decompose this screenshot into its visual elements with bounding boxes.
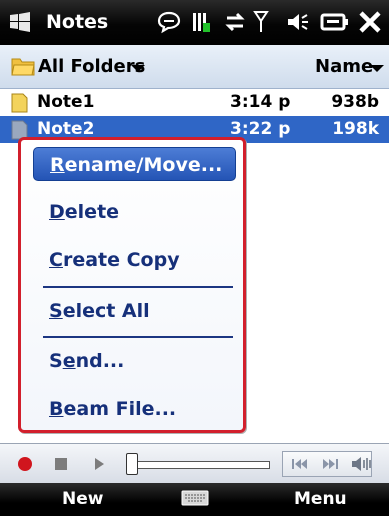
close-icon[interactable] xyxy=(357,9,383,35)
chat-icon[interactable] xyxy=(157,9,181,35)
chevron-down-icon[interactable] xyxy=(131,65,145,72)
speaker-icon[interactable] xyxy=(285,9,311,35)
note-icon xyxy=(11,93,28,113)
menu-separator xyxy=(43,286,233,288)
sync-icon[interactable] xyxy=(223,9,247,35)
rewind-icon[interactable] xyxy=(288,451,312,477)
play-icon[interactable] xyxy=(86,451,112,477)
context-menu: Rename/Move... Delete Create Copy Select… xyxy=(18,137,246,433)
seek-slider[interactable] xyxy=(130,461,270,469)
menu-item-rename-move[interactable]: Rename/Move... xyxy=(33,147,236,181)
fast-forward-icon[interactable] xyxy=(318,451,342,477)
battery-icon[interactable] xyxy=(190,9,212,35)
softkey-bar: New Menu xyxy=(0,483,389,516)
new-button[interactable]: New xyxy=(62,488,103,510)
file-time: 3:14 p xyxy=(230,92,291,112)
windows-start-icon[interactable] xyxy=(8,11,32,33)
folder-icon xyxy=(11,58,35,76)
file-name: Note1 xyxy=(37,92,95,112)
sort-dropdown[interactable]: Name xyxy=(315,56,373,78)
connection-icon[interactable] xyxy=(320,9,350,35)
signal-icon[interactable] xyxy=(252,9,270,35)
menu-item-delete[interactable]: Delete xyxy=(33,195,236,229)
app-title: Notes xyxy=(46,11,109,33)
menu-item-beam-file[interactable]: Beam File... xyxy=(33,392,236,426)
title-bar: Notes xyxy=(0,0,389,45)
folder-dropdown[interactable]: All Folders xyxy=(38,56,145,78)
menu-item-send[interactable]: Send... xyxy=(33,344,236,378)
keyboard-icon[interactable] xyxy=(181,489,209,507)
list-item[interactable]: Note1 3:14 p 938b xyxy=(0,89,389,116)
stop-icon[interactable] xyxy=(48,451,74,477)
folder-bar: All Folders Name xyxy=(0,45,389,89)
media-toolbar xyxy=(0,443,389,483)
menu-separator xyxy=(43,336,233,338)
menu-button[interactable]: Menu xyxy=(294,488,347,510)
file-size: 938b xyxy=(331,92,379,112)
seek-slider-thumb[interactable] xyxy=(126,453,138,475)
record-icon[interactable] xyxy=(12,451,38,477)
volume-icon[interactable] xyxy=(348,451,374,477)
menu-item-select-all[interactable]: Select All xyxy=(33,294,236,328)
file-size: 198k xyxy=(332,119,379,139)
menu-item-create-copy[interactable]: Create Copy xyxy=(33,243,236,277)
chevron-down-icon[interactable] xyxy=(370,65,384,72)
